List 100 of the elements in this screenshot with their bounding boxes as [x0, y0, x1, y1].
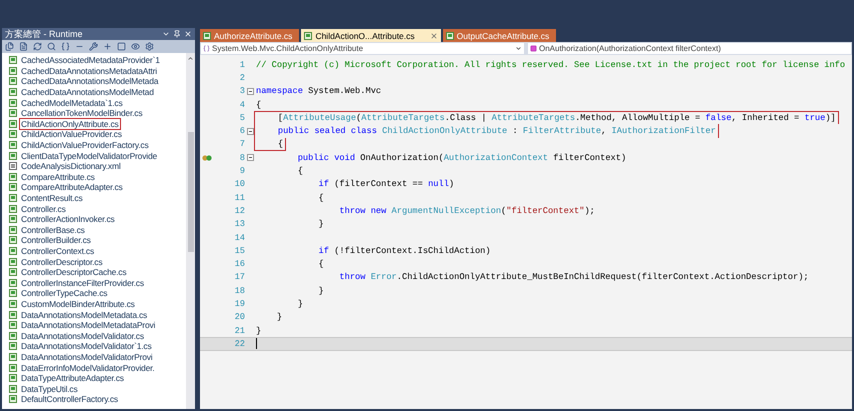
line-number: 11	[234, 192, 245, 203]
code-file-icon	[446, 32, 454, 40]
tree-item[interactable]: CachedAssociatedMetadataProvider`1	[20, 55, 161, 66]
code-line: {	[296, 166, 303, 176]
code-line: }	[256, 326, 262, 336]
tree-item[interactable]: CancellationTokenModelBinder.cs	[20, 108, 144, 118]
tree-item[interactable]: DataAnnotationsModelMetadataProvi	[20, 320, 156, 330]
tree-item[interactable]: ControllerBuilder.cs	[20, 235, 92, 246]
close-icon[interactable]	[184, 30, 192, 38]
refresh-icon[interactable]	[33, 42, 42, 51]
tree-item[interactable]: ControllerTypeCache.cs	[20, 288, 108, 298]
member-dropdown[interactable]: OnAuthorization(AuthorizationContext filterContext)	[528, 43, 851, 54]
tree-item[interactable]: DataTypeUtil.cs	[20, 384, 79, 394]
code-line: namespace System.Web.Mvc	[256, 86, 382, 96]
text-cursor	[256, 338, 257, 350]
line-number: 13	[234, 219, 245, 230]
code-line: }	[296, 298, 303, 309]
tree-item[interactable]: CustomModelBinderAttribute.cs	[20, 298, 136, 309]
eye-icon[interactable]	[131, 42, 140, 51]
line-number: 21	[234, 326, 245, 336]
tree-item[interactable]: DataErrorInfoModelValidatorProvider.	[20, 362, 156, 373]
line-number: 4	[238, 100, 245, 110]
collapse-icon[interactable]	[247, 154, 254, 162]
tree-item[interactable]: ContentResult.cs	[20, 193, 84, 204]
tree-item[interactable]: DataAnnotationsModelValidator`1.cs	[20, 341, 153, 352]
line-number: 17	[234, 272, 245, 282]
collapse-icon[interactable]	[247, 128, 254, 135]
tree-item[interactable]: ControllerBase.cs	[20, 224, 86, 235]
document-icon[interactable]	[19, 42, 28, 51]
scrollbar[interactable]	[186, 53, 195, 409]
line-number: 2	[238, 72, 245, 83]
line-number: 20	[234, 312, 245, 322]
tree-item[interactable]: ChildActionOnlyAttribute.cs	[20, 118, 120, 129]
editor-tab[interactable]: ChildActionO...Attribute.cs	[301, 29, 441, 42]
code-line: {	[256, 100, 262, 110]
line-number: 5	[238, 112, 245, 123]
line-number: 7	[238, 139, 245, 150]
code-line: throw Error.ChildActionOnlyAttribute_MustBeInChildRequest(filterContext.ActionDescriptor);	[338, 272, 809, 282]
panel-title: 方案總管 - Runtime	[5, 29, 84, 39]
code-line: [AttributeUsage(AttributeTargets.Class | AttributeTargets.Method, AllowMultiple = false, Inherited = true)]	[276, 113, 836, 124]
tree-item[interactable]: ChildActionValueProviderFactory.cs	[20, 140, 150, 150]
tree-item[interactable]: ControllerActionInvoker.cs	[20, 214, 116, 224]
editor-tab[interactable]: OutputCacheAttribute.cs	[442, 29, 556, 42]
square-icon[interactable]	[117, 42, 126, 51]
tree-item[interactable]: CompareAttribute.cs	[20, 172, 96, 182]
collapse-icon[interactable]	[247, 88, 254, 95]
tree-item[interactable]: ControllerContext.cs	[20, 246, 96, 256]
tree-item[interactable]: ClientDataTypeModelValidatorProvide	[20, 150, 158, 161]
tree-item[interactable]: ChildActionValueProvider.cs	[20, 129, 123, 140]
tree-item[interactable]: Controller.cs	[20, 204, 67, 214]
code-line: {	[318, 192, 324, 203]
line-number: 22	[234, 338, 245, 349]
breakpoint-glyph-icon	[202, 154, 212, 161]
pin-icon[interactable]	[173, 30, 181, 38]
dropdown-icon[interactable]	[162, 30, 170, 38]
tree-item[interactable]: ControllerDescriptorCache.cs	[20, 267, 128, 278]
tree-item[interactable]: CompareAttributeAdapter.cs	[20, 182, 124, 192]
code-line: {	[276, 138, 284, 149]
code-line: if (!filterContext.IsChildAction)	[318, 246, 491, 256]
line-number: 8	[238, 152, 245, 163]
line-number: 9	[238, 166, 245, 176]
method-icon	[530, 45, 537, 52]
code-line: public sealed class ChildActionOnlyAttribute : FilterAttribute, IAuthorizationFilter	[276, 126, 716, 136]
code-line: }	[318, 219, 324, 230]
caret-icon[interactable]	[515, 45, 522, 52]
tree-item[interactable]: DataAnnotationsModelMetadata.cs	[20, 310, 148, 320]
tree-item[interactable]: ControllerInstanceFilterProvider.cs	[20, 278, 145, 288]
plus-icon[interactable]	[103, 42, 112, 51]
tree-item[interactable]: CachedModelMetadata`1.cs	[20, 98, 124, 108]
tree-item[interactable]: CachedDataAnnotationsModelMetad	[20, 87, 155, 98]
scroll-up-icon[interactable]	[187, 55, 194, 62]
tree-item[interactable]: CachedDataAnnotationsMetadataAttri	[20, 66, 158, 76]
code-file-icon	[203, 32, 211, 40]
editor-tab[interactable]: AuthorizeAttribute.cs	[200, 29, 300, 42]
tree-item[interactable]: DataTypeAttributeAdapter.cs	[20, 373, 125, 384]
tree-item[interactable]: CachedDataAnnotationsModelMetada	[20, 76, 160, 86]
close-icon[interactable]	[430, 32, 438, 40]
code-line: }	[276, 312, 282, 322]
type-dropdown[interactable]: System.Web.Mvc.ChildActionOnlyAttribute	[201, 43, 524, 54]
code-line: if (filterContext == null)	[318, 179, 454, 190]
wrench-icon[interactable]	[89, 42, 98, 51]
tree-item[interactable]: DataAnnotationsModelValidator.cs	[20, 330, 145, 341]
tree-item[interactable]: DefaultControllerFactory.cs	[20, 394, 119, 404]
tree-item[interactable]: CodeAnalysisDictionary.xml	[20, 161, 122, 172]
line-number: 10	[234, 179, 245, 190]
code-file-icon	[304, 32, 312, 40]
code-line: // Copyright (c) Microsoft Corporation. All rights reserved. See License.txt in the project root for license info	[256, 60, 846, 70]
tree-item[interactable]: ControllerDescriptor.cs	[20, 256, 104, 267]
class-icon	[203, 45, 210, 52]
line-number: 3	[238, 86, 245, 96]
code-line: }	[318, 286, 324, 296]
scrollbar-thumb[interactable]	[188, 132, 194, 252]
line-number: 6	[238, 126, 245, 136]
tree-item[interactable]: DataAnnotationsModelValidatorProvi	[20, 352, 154, 362]
search-icon[interactable]	[47, 42, 56, 51]
settings-icon[interactable]	[145, 42, 154, 51]
code-line: throw new ArgumentNullException("filterContext");	[338, 206, 595, 216]
files-icon[interactable]	[5, 42, 14, 51]
line-number: 14	[234, 232, 245, 242]
braces-icon[interactable]	[61, 42, 70, 51]
